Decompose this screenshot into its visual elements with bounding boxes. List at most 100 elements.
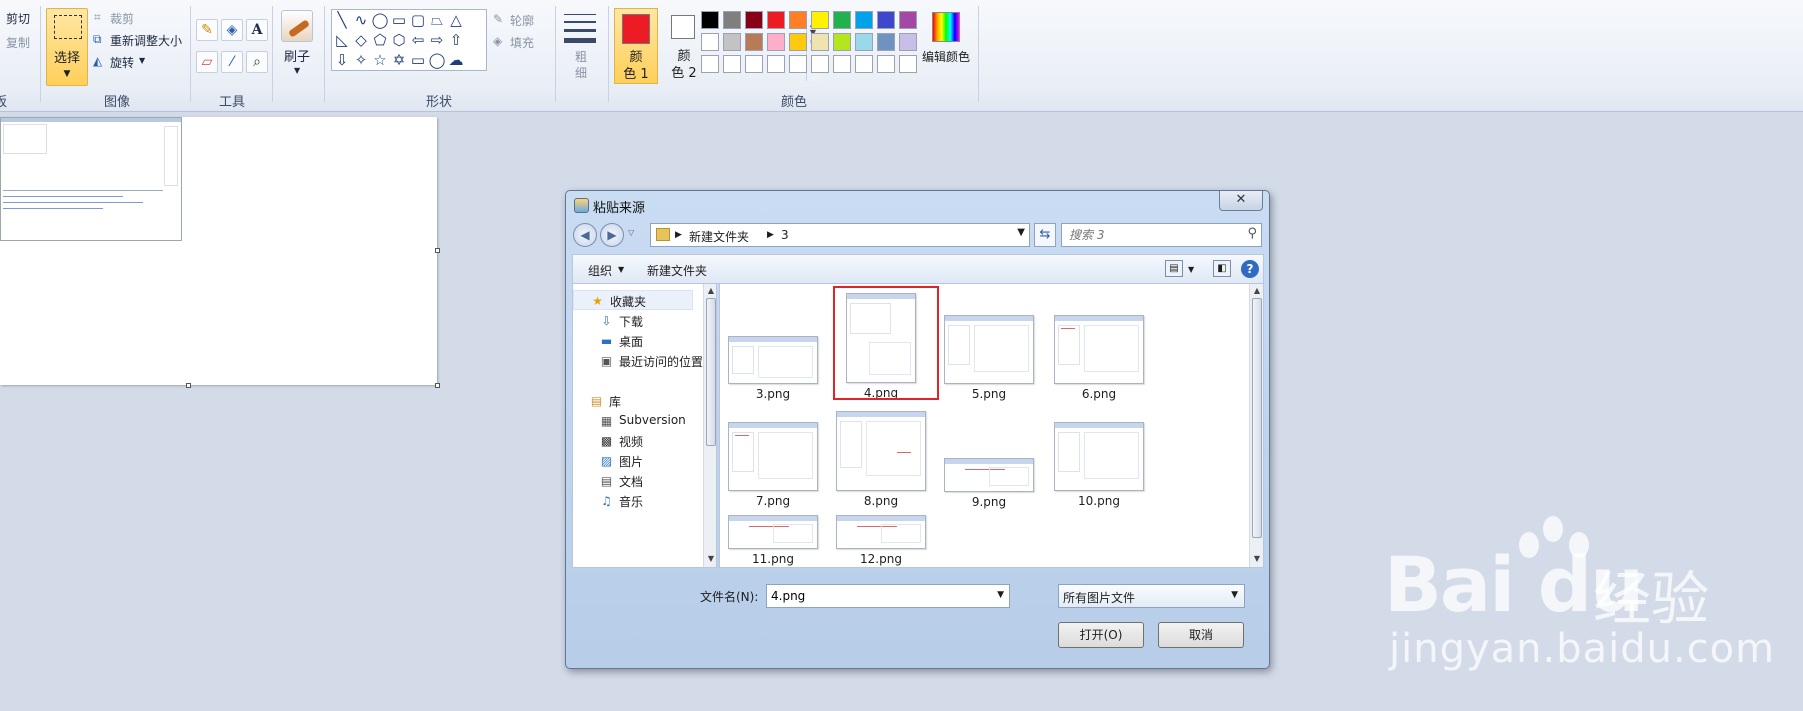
preview-pane-icon[interactable]: ◧ bbox=[1213, 260, 1231, 277]
color-swatch[interactable] bbox=[767, 55, 785, 73]
cut-button[interactable]: 剪切 bbox=[6, 10, 30, 27]
color-swatch[interactable] bbox=[701, 33, 719, 51]
color-swatch[interactable] bbox=[877, 11, 895, 29]
scroll-up-icon[interactable]: ▲ bbox=[704, 286, 716, 295]
nav-pictures[interactable]: ▨ 图片 bbox=[573, 451, 693, 471]
color-swatch[interactable] bbox=[877, 33, 895, 51]
color-swatch[interactable] bbox=[855, 55, 873, 73]
color-swatch[interactable] bbox=[899, 33, 917, 51]
file-item[interactable]: 7.png bbox=[723, 422, 823, 508]
nav-documents[interactable]: ▤ 文档 bbox=[573, 471, 693, 491]
file-item[interactable]: 10.png bbox=[1049, 422, 1149, 508]
line-shape-icon[interactable]: ╲ bbox=[333, 11, 351, 29]
color-swatch[interactable] bbox=[789, 11, 807, 29]
nav-videos[interactable]: ▩ 视频 bbox=[573, 431, 693, 451]
color-swatch[interactable] bbox=[789, 55, 807, 73]
rotate-button[interactable]: 旋转 bbox=[110, 54, 134, 71]
resize-handle[interactable] bbox=[186, 383, 191, 388]
search-input[interactable] bbox=[1069, 225, 1239, 245]
down-arrow-shape-icon[interactable]: ⇩ bbox=[333, 51, 351, 69]
four-point-star-shape-icon[interactable]: ✧ bbox=[352, 51, 370, 69]
chevron-down-icon[interactable]: ▼ bbox=[1017, 227, 1025, 238]
refresh-icon[interactable]: ⇆ bbox=[1034, 223, 1056, 247]
color-swatch[interactable] bbox=[877, 55, 895, 73]
open-button[interactable]: 打开(O) bbox=[1058, 622, 1144, 648]
help-icon[interactable]: ? bbox=[1241, 260, 1259, 278]
color-swatch[interactable] bbox=[833, 11, 851, 29]
cancel-button[interactable]: 取消 bbox=[1158, 622, 1244, 648]
nav-downloads[interactable]: ⇩ 下载 bbox=[573, 311, 693, 331]
scroll-up-icon[interactable]: ▲ bbox=[1250, 286, 1263, 295]
recent-pages-icon[interactable]: ▽ bbox=[628, 228, 634, 237]
color-swatch[interactable] bbox=[833, 33, 851, 51]
edit-colors-button[interactable]: 编辑颜色 bbox=[918, 8, 974, 84]
search-box[interactable]: ⚲ bbox=[1061, 223, 1262, 247]
color-swatch[interactable] bbox=[745, 55, 763, 73]
file-item-selected[interactable]: 4.png bbox=[831, 286, 939, 400]
color-swatch[interactable] bbox=[723, 55, 741, 73]
file-item[interactable]: 5.png bbox=[939, 315, 1039, 401]
file-item[interactable]: 12.png bbox=[831, 515, 931, 566]
copy-button[interactable]: 复制 bbox=[6, 34, 30, 51]
color-swatch[interactable] bbox=[811, 11, 829, 29]
nav-recent-places[interactable]: ▣ 最近访问的位置 bbox=[573, 351, 703, 371]
text-tool-icon[interactable]: A bbox=[246, 19, 268, 41]
paint-canvas[interactable] bbox=[0, 117, 440, 388]
brush-icon[interactable] bbox=[281, 10, 313, 42]
color-swatch[interactable] bbox=[833, 55, 851, 73]
fill-bucket-icon[interactable]: ◈ bbox=[221, 19, 243, 41]
pentagon-shape-icon[interactable]: ⬠ bbox=[371, 31, 389, 49]
color-swatch[interactable] bbox=[811, 55, 829, 73]
crop-button[interactable]: 裁剪 bbox=[110, 10, 134, 27]
line-size-icon[interactable] bbox=[564, 14, 596, 49]
search-icon[interactable]: ⚲ bbox=[1247, 226, 1257, 241]
color-swatch[interactable] bbox=[701, 11, 719, 29]
resize-button[interactable]: 重新调整大小 bbox=[110, 32, 182, 49]
hexagon-shape-icon[interactable]: ⬡ bbox=[390, 31, 408, 49]
right-arrow-shape-icon[interactable]: ⇨ bbox=[428, 31, 446, 49]
scroll-down-icon[interactable]: ▼ bbox=[704, 554, 716, 563]
nav-music[interactable]: ♫ 音乐 bbox=[573, 491, 693, 511]
file-type-filter[interactable]: 所有图片文件 ▼ bbox=[1058, 584, 1245, 608]
address-bar[interactable]: ▶ 新建文件夹 ▶ 3 ▼ bbox=[650, 223, 1030, 247]
color-swatch[interactable] bbox=[899, 11, 917, 29]
color-swatch[interactable] bbox=[767, 11, 785, 29]
breadcrumb-segment[interactable]: 3 bbox=[781, 228, 789, 242]
callout-rect-shape-icon[interactable]: ▭ bbox=[409, 51, 427, 69]
file-item[interactable]: 6.png bbox=[1049, 315, 1149, 401]
color-swatch[interactable] bbox=[855, 33, 873, 51]
resize-handle[interactable] bbox=[435, 383, 440, 388]
curve-shape-icon[interactable]: ∿ bbox=[352, 11, 370, 29]
rectangle-shape-icon[interactable]: ▭ bbox=[390, 11, 408, 29]
resize-handle[interactable] bbox=[435, 248, 440, 253]
filename-combobox[interactable]: ▼ bbox=[766, 584, 1010, 608]
color-picker-icon[interactable]: ⁄ bbox=[221, 51, 243, 73]
scrollbar-thumb[interactable] bbox=[706, 298, 716, 446]
select-button[interactable]: 选择 ▼ bbox=[46, 8, 88, 86]
color-swatch[interactable] bbox=[767, 33, 785, 51]
nav-libraries[interactable]: ▤ 库 bbox=[573, 391, 693, 411]
file-item[interactable]: 11.png bbox=[723, 515, 823, 566]
triangle-shape-icon[interactable]: △ bbox=[447, 11, 465, 29]
up-arrow-shape-icon[interactable]: ⇧ bbox=[447, 31, 465, 49]
breadcrumb-segment[interactable]: 新建文件夹 bbox=[689, 228, 749, 245]
color1-button[interactable]: 颜色 1 bbox=[614, 8, 658, 84]
nav-favorites[interactable]: ★ 收藏夹 bbox=[573, 290, 693, 310]
diamond-shape-icon[interactable]: ◇ bbox=[352, 31, 370, 49]
eraser-icon[interactable]: ▱ bbox=[196, 51, 218, 73]
chevron-down-icon[interactable]: ▼ bbox=[1188, 265, 1194, 274]
organize-button[interactable]: 组织 bbox=[588, 262, 612, 279]
color-swatch[interactable] bbox=[899, 55, 917, 73]
five-point-star-shape-icon[interactable]: ☆ bbox=[371, 51, 389, 69]
file-item[interactable]: 3.png bbox=[723, 336, 823, 401]
pencil-icon[interactable]: ✎ bbox=[196, 19, 218, 41]
oval-shape-icon[interactable]: ◯ bbox=[371, 11, 389, 29]
color-swatch[interactable] bbox=[789, 33, 807, 51]
magnifier-icon[interactable]: ⌕ bbox=[246, 51, 268, 73]
nav-subversion[interactable]: ▦ Subversion bbox=[573, 411, 693, 431]
view-options-icon[interactable]: ▤ bbox=[1165, 260, 1183, 277]
fill-button[interactable]: 填充 bbox=[510, 34, 534, 51]
six-point-star-shape-icon[interactable]: ✡ bbox=[390, 51, 408, 69]
nav-scrollbar[interactable]: ▲ ▼ bbox=[703, 284, 716, 567]
color-swatch[interactable] bbox=[855, 11, 873, 29]
